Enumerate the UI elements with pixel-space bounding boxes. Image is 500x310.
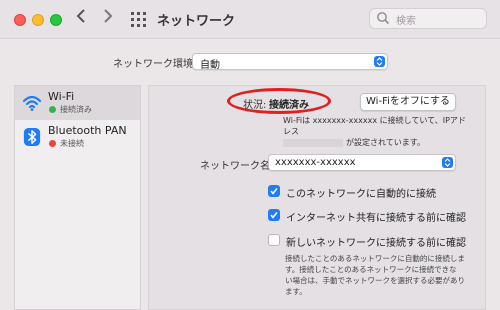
service-name: Wi-Fi (48, 90, 75, 103)
location-select[interactable]: 自動 (192, 53, 388, 71)
note-line: 接続したことのあるネットワークに自動的に接続しま (285, 254, 465, 263)
checkmark-icon (270, 212, 278, 219)
updown-arrows-icon (442, 157, 453, 168)
location-label: ネットワーク環境: (113, 59, 197, 70)
search-field[interactable]: 検索 (369, 8, 487, 29)
window-title: ネットワーク (157, 14, 236, 29)
title-bar: ネットワーク 検索 (0, 0, 500, 39)
bluetooth-icon (23, 128, 41, 146)
network-name-label: ネットワーク名: (200, 161, 274, 172)
show-all-grid-icon[interactable] (131, 12, 146, 27)
description-line: が設定されています。 (283, 137, 468, 148)
service-status: 未接続 (60, 139, 84, 148)
connection-description: Wi-Fiは xxxxxxx-xxxxxx に接続していて、IPアドレス が設定… (283, 115, 468, 148)
updown-arrows-icon (374, 56, 385, 67)
ip-address-redacted (283, 138, 343, 147)
turn-wifi-off-button[interactable]: Wi-Fiをオフにする (360, 93, 456, 111)
ask-new-network-checkbox[interactable] (268, 234, 280, 246)
service-item-bluetooth-pan[interactable]: Bluetooth PAN 未接続 (15, 120, 140, 154)
status-dot-connected (49, 106, 56, 113)
service-list: Wi-Fi 接続済み Bluetooth PAN 未接続 (14, 85, 141, 310)
auto-join-checkbox[interactable] (268, 185, 280, 197)
status-label: 状況: (243, 100, 267, 111)
search-icon (377, 12, 390, 25)
close-window-button[interactable] (14, 14, 26, 26)
checkmark-icon (270, 188, 278, 195)
ask-new-network-label: 新しいネットワークに接続する前に確認 (286, 238, 466, 249)
zoom-window-button[interactable] (50, 14, 62, 26)
service-name: Bluetooth PAN (48, 124, 127, 137)
location-value: 自動 (200, 60, 220, 71)
ask-hotspot-label: インターネット共有に接続する前に確認 (286, 213, 466, 224)
service-item-wifi[interactable]: Wi-Fi 接続済み (15, 86, 140, 120)
network-name-select[interactable]: xxxxxxx-xxxxxx (268, 154, 456, 171)
chevron-right-icon (104, 9, 113, 23)
network-name-value: xxxxxxx-xxxxxx (275, 157, 356, 168)
auto-join-label: このネットワークに自動的に接続 (286, 189, 436, 200)
chevron-left-icon (76, 9, 85, 23)
note-line: ます。 (285, 287, 307, 296)
minimize-window-button[interactable] (32, 14, 44, 26)
forward-button[interactable] (103, 8, 113, 29)
note-line: す。接続したことのあるネットワークに接続できな (285, 265, 457, 274)
search-placeholder: 検索 (396, 16, 416, 27)
ask-new-network-note: 接続したことのあるネットワークに自動的に接続しま す。接続したことのあるネットワ… (285, 253, 470, 297)
service-status: 接続済み (60, 105, 92, 114)
status-value: 接続済み (269, 100, 309, 111)
ask-hotspot-checkbox[interactable] (268, 209, 280, 221)
wifi-icon (22, 95, 42, 111)
description-line: Wi-Fiは xxxxxxx-xxxxxx に接続していて、IPアドレス (283, 116, 466, 136)
back-button[interactable] (76, 8, 86, 29)
status-dot-disconnected (49, 140, 56, 147)
note-line: い場合は、手動でネットワークを選択する必要があり (285, 276, 465, 285)
